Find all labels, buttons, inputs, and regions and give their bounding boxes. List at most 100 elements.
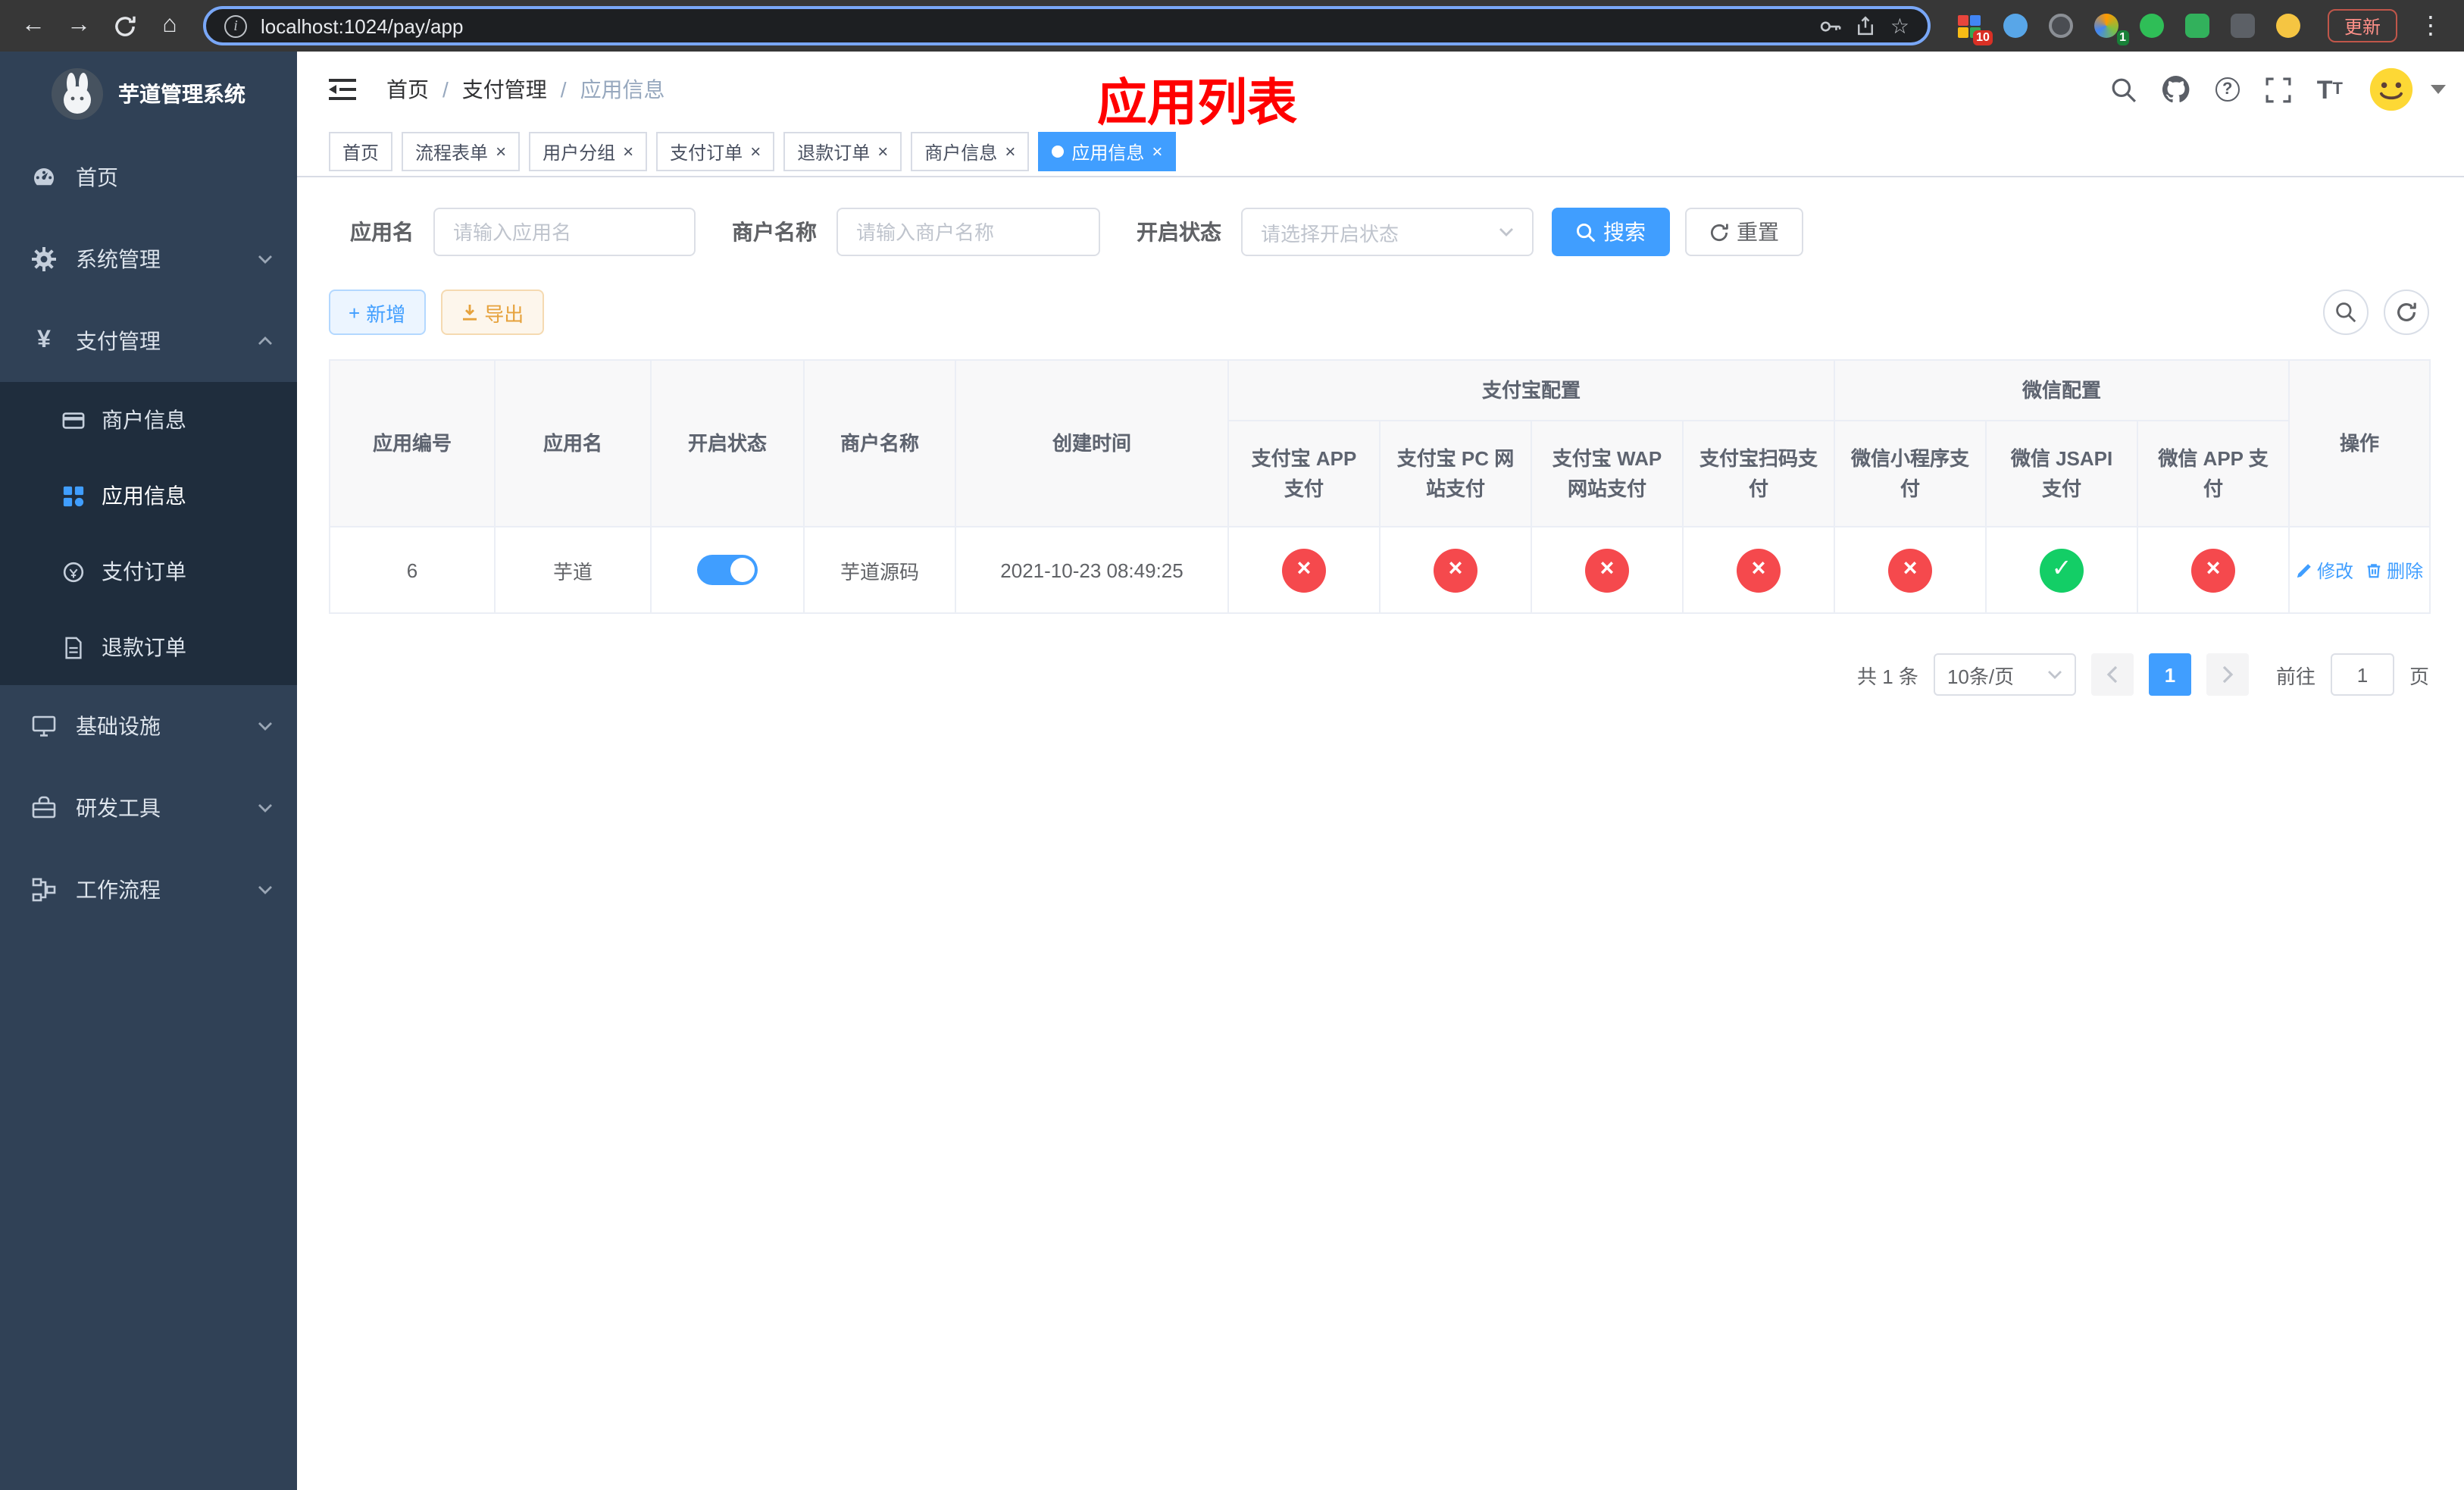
breadcrumb-item[interactable]: 支付管理 <box>462 74 580 105</box>
prev-page-button[interactable] <box>2090 653 2134 696</box>
bookmark-star-icon[interactable]: ☆ <box>1890 13 1909 39</box>
extension-icon[interactable] <box>2270 8 2306 44</box>
content-area: 应用名 商户名称 开启状态 请选择开启状态 搜索 重置 <box>297 177 2464 1490</box>
sidebar-item-merchant-info[interactable]: 商户信息 <box>0 382 297 458</box>
chevron-left-icon <box>2106 665 2118 684</box>
avatar-caret-icon[interactable] <box>2431 85 2446 94</box>
close-icon[interactable]: × <box>1152 142 1162 161</box>
sidebar-item-refund-order[interactable]: 退款订单 <box>0 609 297 685</box>
sidebar-item-label: 商户信息 <box>102 408 186 432</box>
app-table: 应用编号 应用名 开启状态 商户名称 创建时间 支付宝配置 微信配置 操作 支付… <box>329 359 2431 614</box>
chevron-down-icon <box>2047 671 2062 679</box>
close-icon[interactable]: × <box>750 142 761 161</box>
sidebar-item-dev-tools[interactable]: 研发工具 <box>0 767 297 849</box>
github-icon[interactable] <box>2162 76 2190 103</box>
home-icon[interactable]: ⌂ <box>149 5 191 47</box>
column-header: 支付宝 WAP 网站支付 <box>1531 420 1684 527</box>
reset-button[interactable]: 重置 <box>1685 208 1803 256</box>
address-bar[interactable]: i localhost:1024/pay/app ☆ <box>203 6 1931 45</box>
page-size-select[interactable]: 10条/页 <box>1933 653 2076 696</box>
status-icon: × <box>1888 548 1933 592</box>
column-header: 支付宝 APP 支付 <box>1227 420 1381 527</box>
edit-link[interactable]: 修改 <box>2296 557 2353 583</box>
toggle-search-icon[interactable] <box>2323 290 2369 335</box>
sidebar-item-pay-order[interactable]: 支付订单 <box>0 534 297 609</box>
browser-menu-icon[interactable]: ⋮ <box>2409 5 2452 47</box>
tab-refund-order[interactable]: 退款订单 × <box>783 132 902 171</box>
update-button[interactable]: 更新 <box>2327 9 2397 42</box>
card-icon <box>61 408 85 431</box>
sidebar-item-pay[interactable]: ¥ 支付管理 <box>0 300 297 382</box>
help-icon[interactable]: ? <box>2215 77 2240 102</box>
delete-link[interactable]: 删除 <box>2366 557 2423 583</box>
avatar[interactable] <box>2369 67 2414 112</box>
extension-icon[interactable] <box>2043 8 2079 44</box>
sidebar-item-label: 研发工具 <box>76 796 161 820</box>
close-icon[interactable]: × <box>623 142 633 161</box>
status-select[interactable]: 请选择开启状态 <box>1241 208 1534 256</box>
sidebar-item-workflow[interactable]: 工作流程 <box>0 849 297 931</box>
chevron-down-icon <box>258 886 272 894</box>
search-icon[interactable] <box>2111 77 2137 102</box>
status-icon: ✓ <box>2040 548 2084 592</box>
add-button[interactable]: + 新增 <box>329 290 426 335</box>
search-button[interactable]: 搜索 <box>1552 208 1670 256</box>
sidebar-item-system[interactable]: 系统管理 <box>0 218 297 300</box>
active-dot <box>1052 146 1065 158</box>
next-page-button[interactable] <box>2206 653 2249 696</box>
extension-icon[interactable] <box>2134 8 2170 44</box>
extension-icon[interactable] <box>1997 8 2034 44</box>
close-icon[interactable]: × <box>877 142 888 161</box>
breadcrumb-item: 应用信息 <box>580 77 665 102</box>
extension-icon[interactable]: 1 <box>2088 8 2129 45</box>
forward-icon[interactable]: → <box>58 5 100 47</box>
app-logo[interactable]: 芋道管理系统 <box>0 52 297 136</box>
sidebar-item-app-info[interactable]: 应用信息 <box>0 458 297 534</box>
column-header: 微信 JSAPI 支付 <box>1985 420 2139 527</box>
font-size-icon[interactable]: TT <box>2317 77 2343 102</box>
site-info-icon[interactable]: i <box>224 14 247 37</box>
tab-pay-order[interactable]: 支付订单 × <box>656 132 775 171</box>
sidebar-item-label: 支付管理 <box>76 329 161 353</box>
extension-icon[interactable] <box>2225 8 2261 44</box>
table-row: 6 芋道 芋道源码 2021-10-23 08:49:25 × × × × × <box>329 526 2431 614</box>
sidebar-item-label: 应用信息 <box>102 484 186 508</box>
row-enabled-switch[interactable] <box>697 555 758 585</box>
tab-merchant-info[interactable]: 商户信息 × <box>911 132 1030 171</box>
navbar: 首页 支付管理 应用信息 应用列表 ? TT <box>297 52 2464 130</box>
tab-app-info[interactable]: 应用信息 × <box>1038 132 1177 171</box>
status-icon: × <box>1434 548 1477 592</box>
fullscreen-icon[interactable] <box>2265 77 2291 102</box>
tab-home[interactable]: 首页 <box>329 132 393 171</box>
extension-icon[interactable]: 10 <box>1952 8 1993 45</box>
share-icon[interactable] <box>1856 15 1877 36</box>
reload-icon[interactable] <box>103 5 145 47</box>
toolbar: + 新增 导出 <box>329 290 2429 335</box>
sidebar-item-infrastructure[interactable]: 基础设施 <box>0 685 297 767</box>
page-number-button[interactable]: 1 <box>2148 653 2191 696</box>
extension-icon[interactable] <box>2179 8 2215 44</box>
export-button[interactable]: 导出 <box>440 290 544 335</box>
sidebar-item-label: 退款订单 <box>102 635 186 659</box>
merchant-name-input[interactable] <box>836 208 1100 256</box>
tab-process-form[interactable]: 流程表单 × <box>402 132 521 171</box>
chevron-down-icon <box>258 722 272 731</box>
page-title: 应用列表 <box>1097 74 1297 130</box>
back-icon[interactable]: ← <box>12 5 55 47</box>
alipay-group-header: 支付宝配置 <box>1227 359 1836 421</box>
column-header: 微信 APP 支付 <box>2137 420 2290 527</box>
column-header: 操作 <box>2288 359 2431 527</box>
password-key-icon[interactable] <box>1819 14 1842 37</box>
breadcrumb-item[interactable]: 首页 <box>386 74 462 105</box>
hamburger-icon[interactable] <box>320 67 365 112</box>
sidebar-item-home[interactable]: 首页 <box>0 136 297 218</box>
refresh-table-icon[interactable] <box>2384 290 2429 335</box>
goto-page-input[interactable] <box>2330 653 2394 696</box>
chevron-up-icon <box>258 337 272 345</box>
app-name-input[interactable] <box>433 208 696 256</box>
filter-form: 应用名 商户名称 开启状态 请选择开启状态 搜索 重置 <box>329 208 2429 256</box>
yen-icon: ¥ <box>37 327 51 353</box>
close-icon[interactable]: × <box>496 142 506 161</box>
close-icon[interactable]: × <box>1005 142 1015 161</box>
tab-user-group[interactable]: 用户分组 × <box>529 132 648 171</box>
